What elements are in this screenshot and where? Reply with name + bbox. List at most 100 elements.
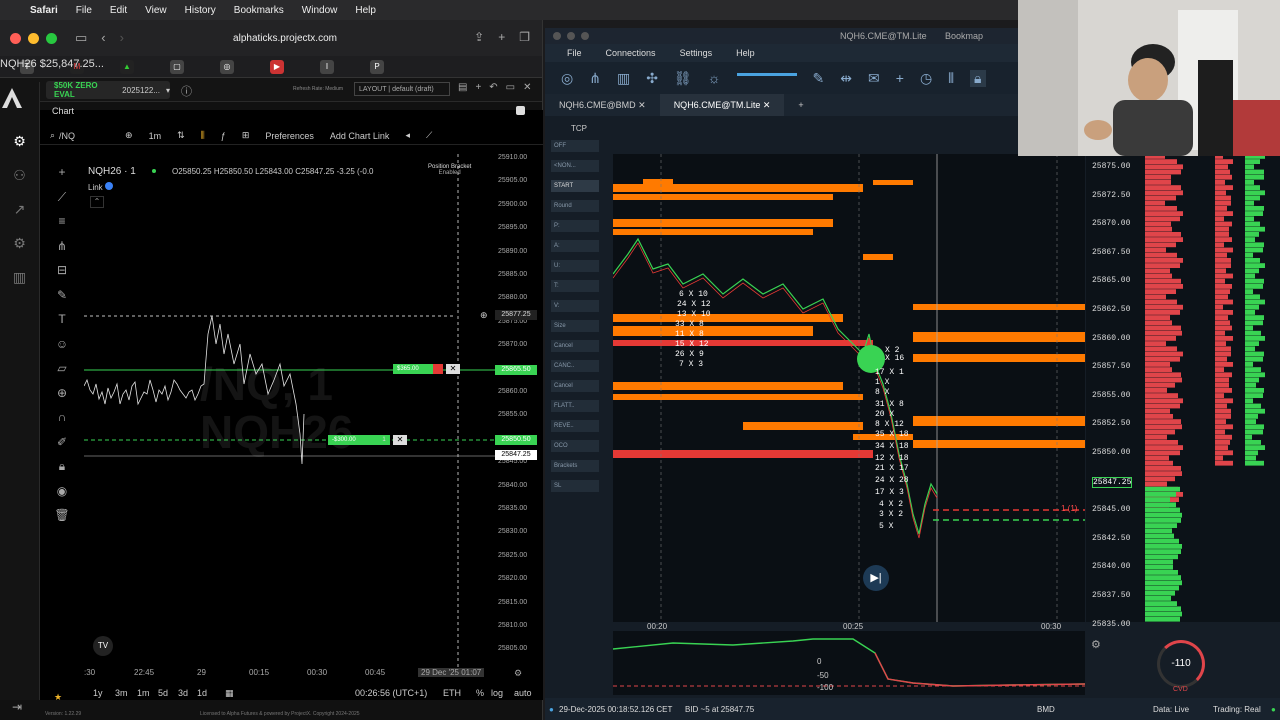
active-browser-tab[interactable]: NQH26 $25,847.25...	[0, 58, 104, 70]
favorite-tab[interactable]: ▶	[270, 59, 284, 74]
new-tab-icon[interactable]: +	[498, 30, 505, 44]
trading-panel-button[interactable]: REVE..	[551, 420, 599, 432]
favorite-tab[interactable]: ◎	[220, 59, 234, 74]
close-window-button[interactable]	[553, 32, 561, 40]
tp-order-tag[interactable]: $365.00	[393, 364, 433, 374]
pitchfork-icon[interactable]: ⋔	[54, 239, 70, 255]
trash-icon[interactable]: 🗑︎	[54, 508, 70, 524]
trading-panel-button[interactable]: Cancel	[551, 380, 599, 392]
range-5d[interactable]: 5d	[158, 688, 168, 698]
layout-actions[interactable]: ▤+↶▭✕	[458, 82, 540, 93]
chart-icon[interactable]: ▥	[617, 70, 630, 87]
zoom-icon[interactable]: ⊕	[54, 386, 70, 402]
settings-icon[interactable]: ⚙	[1091, 638, 1101, 651]
menu-window[interactable]: Window	[302, 5, 338, 16]
candle-type-icon[interactable]: ⫼	[201, 130, 205, 141]
pen-icon[interactable]: ✎	[813, 70, 825, 87]
width-icon[interactable]: ⇹	[840, 70, 852, 87]
indicators-icon[interactable]: ƒ	[221, 131, 226, 141]
search-icon[interactable]: ⌕	[50, 130, 55, 141]
back-icon[interactable]: ‹	[101, 30, 105, 46]
lock-icon[interactable]: 🔒︎	[54, 459, 70, 475]
settings-icon[interactable]: ⚙	[11, 235, 29, 253]
menu-bookmarks[interactable]: Bookmarks	[234, 5, 284, 16]
clock-icon[interactable]: ◷	[920, 70, 932, 87]
preferences-button[interactable]: Preferences	[265, 131, 314, 141]
menu-app[interactable]: Safari	[30, 5, 58, 16]
text-icon[interactable]: T	[54, 312, 70, 328]
brightness-icon[interactable]: ☼	[708, 70, 721, 86]
link-icon[interactable]: ⛓	[674, 70, 692, 87]
add-tab-button[interactable]: +	[784, 94, 817, 116]
percent-toggle[interactable]: %	[476, 688, 484, 698]
address-bar[interactable]: alphaticks.projectx.com	[180, 27, 390, 49]
trading-panel-button[interactable]: V:	[551, 300, 599, 312]
favorite-tab[interactable]: I	[320, 59, 334, 74]
timeframe-selector[interactable]: 1m	[149, 131, 162, 141]
zoom-window-button[interactable]	[46, 32, 57, 44]
pen-icon[interactable]: ⟋	[426, 130, 432, 141]
trading-panel-button[interactable]: <NON...	[551, 160, 599, 172]
add-chart-link-button[interactable]: Add Chart Link	[330, 131, 390, 141]
fib-icon[interactable]: ⊟	[54, 263, 70, 279]
compare-icon[interactable]: ⇅	[177, 130, 185, 141]
menu-edit[interactable]: Edit	[110, 5, 127, 16]
share-icon[interactable]: ⇪	[474, 30, 484, 44]
menu-help[interactable]: Help	[355, 5, 376, 16]
trading-panel-button[interactable]: OFF	[551, 140, 599, 152]
network-icon[interactable]: ✣	[646, 70, 658, 87]
logout-icon[interactable]: ⇥	[12, 700, 22, 714]
brightness-slider[interactable]	[736, 72, 797, 76]
menu-history[interactable]: History	[185, 5, 216, 16]
sl-order-tag[interactable]: -$300.00	[328, 435, 378, 445]
trading-panel-button[interactable]: P:	[551, 220, 599, 232]
play-button[interactable]: ▶|	[863, 565, 889, 591]
trading-panel-button[interactable]: OCO	[551, 440, 599, 452]
account-selector[interactable]: $50K ZERO EVAL 2025122... ▾	[46, 81, 170, 99]
range-1m[interactable]: 1m	[137, 688, 150, 698]
hlines-icon[interactable]: ≡	[54, 214, 70, 230]
eye-icon[interactable]: ◉	[54, 484, 70, 500]
add-panel-button[interactable]	[516, 106, 525, 115]
minimize-window-button[interactable]	[567, 32, 575, 40]
menu-file[interactable]: File	[76, 5, 92, 16]
session-toggle[interactable]: ETH	[443, 688, 461, 698]
lock-icon[interactable]: 🔒︎	[970, 69, 986, 87]
trading-panel-button[interactable]: CANC..	[551, 360, 599, 372]
bm-menu-settings[interactable]: Settings	[680, 48, 713, 58]
add-order-icon[interactable]: ⊕	[480, 310, 488, 321]
trendline-icon[interactable]: ⟋	[54, 190, 70, 206]
minimize-window-button[interactable]	[28, 32, 39, 44]
favorite-tab[interactable]: P	[370, 59, 384, 74]
trading-panel-button[interactable]: T:	[551, 280, 599, 292]
layout-selector[interactable]: LAYOUT | default (draft)	[354, 82, 450, 96]
range-1d[interactable]: 1d	[197, 688, 207, 698]
emoji-icon[interactable]: ☺	[54, 337, 70, 353]
log-toggle[interactable]: log	[491, 688, 503, 698]
bm-menu-file[interactable]: File	[567, 48, 582, 58]
tab-tm-lite[interactable]: NQH6.CME@TM.Lite ✕	[659, 94, 785, 116]
auto-toggle[interactable]: auto	[514, 688, 532, 698]
range-3d[interactable]: 3d	[178, 688, 188, 698]
axis-settings-icon[interactable]: ⚙	[514, 668, 522, 679]
analytics-icon[interactable]: ↗	[11, 201, 29, 219]
split-icon[interactable]: ⫴	[948, 70, 954, 87]
ruler-icon[interactable]: ▱	[54, 361, 70, 377]
trading-panel-button[interactable]: SL	[551, 480, 599, 492]
favorite-icon[interactable]: ★	[54, 692, 62, 703]
sidebar-icon[interactable]: ▭	[75, 30, 87, 46]
trading-panel-button[interactable]: Brackets	[551, 460, 599, 472]
layout-icon[interactable]: ⊞	[242, 130, 250, 141]
share-icon[interactable]: ⋔	[589, 70, 601, 87]
date-range-icon[interactable]: ▦	[225, 688, 234, 699]
trading-panel-button[interactable]: START	[551, 180, 599, 192]
chat-icon[interactable]: ✉	[868, 70, 880, 87]
data-icon[interactable]: ▥	[11, 269, 29, 287]
favorite-tab[interactable]: ▢	[170, 59, 184, 74]
target-icon[interactable]: ◎	[561, 70, 573, 87]
trading-panel-button[interactable]: A:	[551, 240, 599, 252]
crosshair-icon[interactable]: +	[54, 165, 70, 181]
range-1y[interactable]: 1y	[93, 688, 103, 698]
magnet-icon[interactable]: ∩	[54, 410, 70, 426]
trading-panel-button[interactable]: Round	[551, 200, 599, 212]
